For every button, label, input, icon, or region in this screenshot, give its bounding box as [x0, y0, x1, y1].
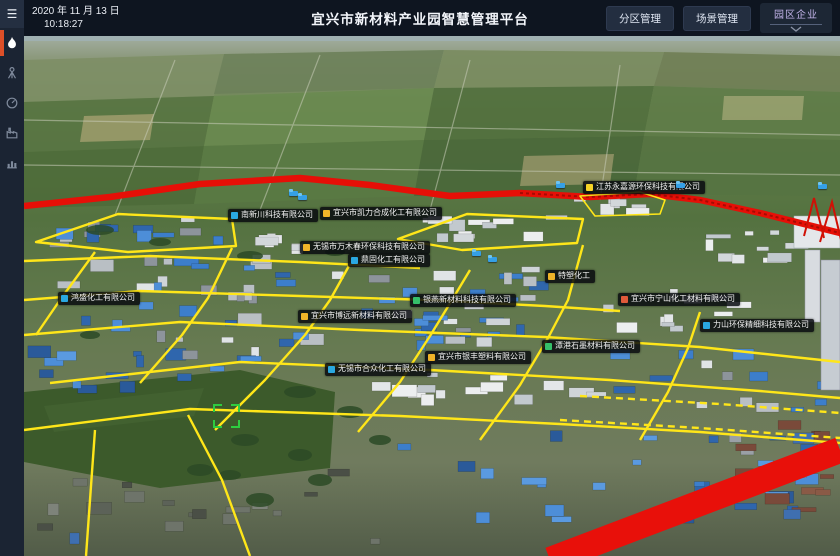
sidebar-item-fire[interactable]: [0, 28, 24, 58]
date-display: 2020 年 11 月 13 日: [32, 5, 120, 19]
dropdown-divider: [770, 24, 822, 25]
company-marker-icon: [351, 257, 358, 264]
company-marker-icon: [328, 366, 335, 373]
company-label-text: 鼎固化工有限公司: [361, 256, 425, 265]
application-window: 2020 年 11 月 13 日 10:18:27 宜兴市新材料产业园智慧管理平…: [0, 0, 840, 556]
company-marker-icon: [428, 354, 435, 361]
sidebar-item-factory[interactable]: [0, 118, 24, 148]
company-label-text: 鸿盛化工有限公司: [71, 294, 135, 303]
sidebar-item-patrol[interactable]: [0, 58, 24, 88]
top-bar: 2020 年 11 月 13 日 10:18:27 宜兴市新材料产业园智慧管理平…: [0, 0, 840, 36]
company-marker-icon: [413, 297, 420, 304]
fire-icon: [5, 36, 19, 50]
header-actions: 分区管理 场景管理 园区企业: [606, 0, 832, 36]
gauge-icon: [5, 96, 19, 110]
company-label-text: 江苏永嘉源环保科技有限公司: [596, 183, 700, 192]
company-label-text: 特塑化工: [558, 272, 590, 281]
map-label[interactable]: 宜兴市银丰塑料有限公司: [425, 351, 531, 364]
factory-icon: [5, 126, 19, 140]
selection-box: [213, 404, 240, 428]
chevron-down-icon: [790, 26, 802, 32]
company-marker-icon: [586, 184, 593, 191]
map-label[interactable]: 江苏永嘉源环保科技有限公司: [583, 181, 705, 194]
company-label-text: 宜兴市宁山化工材料有限公司: [631, 295, 735, 304]
company-label-text: 银燕新材料科技有限公司: [423, 296, 511, 305]
person-icon: [5, 66, 19, 80]
company-label-text: 宜兴市博远新材料有限公司: [311, 312, 407, 321]
map-viewport[interactable]: 南新川科技有限公司 宜兴市凯力合成化工有限公司无锡市万木春环保科技有限公司鼎固化工…: [24, 36, 840, 556]
company-label-text: 无锡市万木春环保科技有限公司: [313, 243, 425, 252]
map-label[interactable]: 银燕新材料科技有限公司: [410, 294, 516, 307]
chart-icon: [5, 156, 19, 170]
company-marker-icon: [231, 212, 238, 219]
company-marker-icon: [301, 313, 308, 320]
company-marker-icon: [548, 273, 555, 280]
map-label[interactable]: 南新川科技有限公司: [228, 209, 318, 222]
company-marker-icon: [621, 296, 628, 303]
company-label-text: 无锡市合众化工有限公司: [338, 365, 426, 374]
company-label-text: 宜兴市银丰塑料有限公司: [438, 353, 526, 362]
map-label[interactable]: 鸿盛化工有限公司: [58, 292, 140, 305]
company-label-text: 潭港石墨材料有限公司: [555, 342, 635, 351]
scene-manage-button[interactable]: 场景管理: [683, 6, 751, 31]
map-label[interactable]: 无锡市合众化工有限公司: [325, 363, 431, 376]
company-marker-icon: [303, 244, 310, 251]
sidebar-item-stats[interactable]: [0, 148, 24, 178]
company-marker-icon: [703, 322, 710, 329]
map-label[interactable]: 力山环保精细科技有限公司: [700, 319, 814, 332]
map-label[interactable]: 特塑化工: [545, 270, 595, 283]
company-marker-icon: [61, 295, 68, 302]
company-marker-icon: [545, 343, 552, 350]
sidebar-item-monitor[interactable]: [0, 88, 24, 118]
company-label-text: 宜兴市凯力合成化工有限公司: [333, 209, 437, 218]
map-label[interactable]: 宜兴市凯力合成化工有限公司: [320, 207, 442, 220]
enterprise-dropdown[interactable]: 园区企业: [760, 3, 832, 33]
partition-manage-button[interactable]: 分区管理: [606, 6, 674, 31]
map-label[interactable]: 潭港石墨材料有限公司: [542, 340, 640, 353]
map-label[interactable]: 宜兴市博远新材料有限公司: [298, 310, 412, 323]
company-label-text: 南新川科技有限公司: [241, 211, 313, 220]
time-display: 10:18:27: [44, 18, 120, 32]
field-patches: [24, 50, 840, 208]
map-label[interactable]: 无锡市万木春环保科技有限公司: [300, 241, 430, 254]
sidebar: ☰: [0, 0, 24, 556]
enterprise-dropdown-label: 园区企业: [774, 6, 818, 21]
map-label[interactable]: 鼎固化工有限公司: [348, 254, 430, 267]
company-marker-icon: [323, 210, 330, 217]
map-label[interactable]: 宜兴市宁山化工材料有限公司: [618, 293, 740, 306]
menu-icon[interactable]: ☰: [0, 0, 24, 28]
company-label-text: 力山环保精细科技有限公司: [713, 321, 809, 330]
datetime-display: 2020 年 11 月 13 日 10:18:27: [32, 5, 120, 32]
